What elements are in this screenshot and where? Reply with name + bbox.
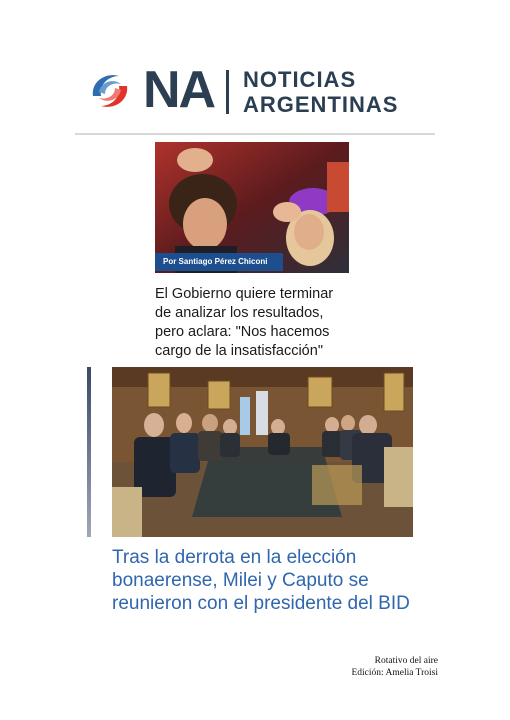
headline-line: de analizar los resultados, xyxy=(155,305,324,321)
logo-word-argentinas: ARGENTINAS xyxy=(243,92,399,117)
headline-line: Tras la derrota en la elección xyxy=(112,547,357,568)
headline-line: bonaerense, Milei y Caputo se xyxy=(112,570,369,591)
header-divider xyxy=(75,133,435,135)
headline-line: pero aclara: "Nos hacemos xyxy=(155,324,330,340)
logo-divider xyxy=(226,70,229,114)
article2-side-accent xyxy=(87,367,91,537)
article1-byline: Por Santiago Pérez Chiconi xyxy=(155,253,283,271)
logo-initials: NA xyxy=(143,61,216,119)
article2-photo[interactable] xyxy=(112,367,413,537)
footer-program: Rotativo del aire xyxy=(374,656,438,666)
article2-headline[interactable]: Tras la derrota en la elección bonaerens… xyxy=(112,546,432,615)
headline-line: reunieron con el presidente del BID xyxy=(112,593,410,614)
logo-swirl-icon xyxy=(92,75,128,107)
footer-credits: Rotativo del aire Edición: Amelia Troisi xyxy=(351,655,438,679)
headline-line: cargo de la insatisfacción" xyxy=(155,343,323,359)
logo-word-noticias: NOTICIAS xyxy=(243,67,357,92)
article2-photo-illustration xyxy=(112,367,413,537)
article1-headline[interactable]: El Gobierno quiere terminar de analizar … xyxy=(155,285,385,361)
footer-edition: Edición: Amelia Troisi xyxy=(351,668,438,678)
headline-line: El Gobierno quiere terminar xyxy=(155,286,334,302)
site-logo[interactable]: NA NOTICIAS ARGENTINAS xyxy=(85,61,435,122)
